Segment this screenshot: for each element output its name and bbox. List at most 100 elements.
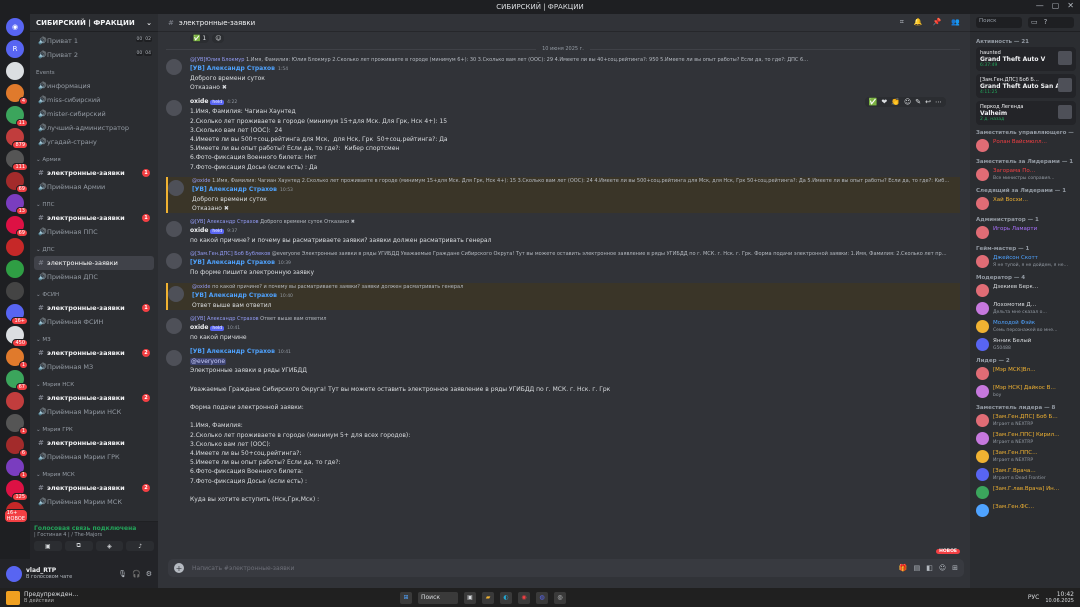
voice-channel[interactable]: 🔊 Приват 2 00 04	[34, 48, 154, 62]
toolbar-icon[interactable]: ✅	[869, 98, 878, 106]
voice-channel[interactable]: 🔊 Приёмная Мэрии МСК	[34, 495, 154, 509]
server-icon[interactable]	[6, 238, 24, 256]
server-icon[interactable]: 11	[6, 106, 28, 127]
text-channel[interactable]: 🔊 информация	[34, 79, 154, 93]
server-icon[interactable]: 4	[6, 84, 28, 105]
avatar[interactable]	[6, 565, 22, 582]
author-name[interactable]: [УВ] Александр Страхов	[190, 65, 275, 72]
category-header[interactable]: ⌄ Армия	[34, 153, 154, 166]
discord-home-icon[interactable]: ◉	[6, 18, 24, 36]
server-icon[interactable]	[6, 282, 24, 300]
server-icon[interactable]: 450	[6, 326, 28, 347]
reply-preview[interactable]: @[Зам.Ген.ДПС] Боб Бублеков @everyone Эл…	[190, 250, 960, 258]
camera-button[interactable]: ▣	[34, 541, 62, 551]
member-item[interactable]: Загорама По… Все министры соправия…	[976, 167, 1076, 183]
microphone-icon[interactable]: 🎙	[118, 570, 127, 578]
voice-channel[interactable]: 🔊 Приёмная МЗ	[34, 360, 154, 374]
gear-icon[interactable]: ⚙	[146, 570, 152, 578]
lang-indicator[interactable]: РУС	[1028, 594, 1039, 601]
message[interactable]: @oxide по какой причине? и почему вы рас…	[166, 282, 960, 310]
category-header[interactable]: ⌄ ДПС	[34, 243, 154, 256]
category-header[interactable]: ⌄ ФСИН	[34, 288, 154, 301]
explorer-icon[interactable]: ▰	[482, 591, 494, 604]
toolbar-icon[interactable]: ↩	[925, 98, 931, 106]
server-icon[interactable]: 16+ НОВОЕ	[3, 502, 28, 523]
text-channel[interactable]: # электронные-заявки 2	[34, 346, 154, 360]
voice-channel[interactable]: 🔊 Приёмная ДПС	[34, 270, 154, 284]
text-channel[interactable]: # электронные-заявки	[34, 436, 154, 450]
toolbar-icon[interactable]: 👏	[891, 98, 900, 106]
maximize-icon[interactable]: ▢	[1052, 1, 1060, 10]
pin-icon[interactable]: 📌	[933, 18, 942, 27]
avatar[interactable]	[168, 179, 184, 196]
sticker-icon[interactable]: ◧	[926, 564, 933, 572]
voice-channel[interactable]: 🔊 Приёмная ФСИН	[34, 315, 154, 329]
plus-icon[interactable]: +	[174, 563, 184, 573]
text-channel[interactable]: # электронные-заявки 1	[34, 301, 154, 315]
check-reaction[interactable]: ✅ 1	[190, 34, 210, 43]
category-header[interactable]: ⌄ МЗ	[34, 333, 154, 346]
server-icon[interactable]: 13	[6, 194, 28, 215]
member-item[interactable]: Лохомотив Д… Дельта мне сказал о…	[976, 301, 1076, 317]
author-name[interactable]: oxide	[190, 98, 208, 105]
threads-icon[interactable]: ⌗	[900, 18, 904, 27]
message[interactable]: @[Зам.Ген.ДПС] Боб Бублеков @everyone Эл…	[166, 250, 960, 277]
server-icon[interactable]	[6, 62, 24, 80]
server-icon[interactable]	[6, 392, 24, 410]
voice-channel[interactable]: | Гостиная 4 | / The-Majors	[34, 532, 154, 538]
activity-card[interactable]: Перкод Легенда Valheim 2 д. назад	[976, 101, 1076, 125]
voice-channel[interactable]: 🔊 Приват 1 00 02	[34, 34, 154, 48]
member-item[interactable]: Ролан Вайсмюлл…	[976, 138, 1076, 154]
text-channel[interactable]: # электронные-заявки 2	[34, 391, 154, 405]
gift-icon[interactable]: 🎁	[899, 564, 908, 572]
reply-preview[interactable]: @oxide 1.Имя, Фамилия: Чагиан Хаунтед 2.…	[192, 177, 960, 185]
avatar[interactable]	[166, 350, 182, 367]
server-icon[interactable]: 111	[6, 150, 28, 171]
author-name[interactable]: [УВ] Александр Страхов	[190, 348, 275, 355]
text-channel[interactable]: # электронные-заявки 1	[34, 166, 154, 180]
windows-start-icon[interactable]: ⊞	[400, 591, 412, 604]
message[interactable]: [УВ] Александр Страхов 10:41 @everyone Элек…	[166, 347, 960, 504]
server-icon[interactable]: 69	[6, 172, 28, 193]
help-icon[interactable]: ?	[1044, 18, 1048, 27]
server-icon[interactable]: R	[6, 40, 24, 58]
voice-channel[interactable]: 🔊 Приёмная Мэрии ГРК	[34, 450, 154, 464]
category-header[interactable]: ⌄ Мэрия НСК	[34, 378, 154, 391]
author-name[interactable]: oxide	[190, 227, 208, 234]
server-icon[interactable]: 67	[6, 370, 28, 391]
apps-icon[interactable]: ⊞	[952, 564, 958, 572]
steam-icon[interactable]: ◎	[554, 591, 566, 604]
server-icon[interactable]: 16+	[6, 304, 28, 325]
text-channel[interactable]: 🔊 mister-сибирский	[34, 107, 154, 121]
activity-button[interactable]: ◈	[95, 541, 124, 551]
member-item[interactable]: Джейсон Скотт Я не тупой, я не дойдем, я …	[976, 254, 1076, 270]
activity-card[interactable]: haunted Grand Theft Auto V 6:37:49	[976, 47, 1076, 71]
member-item[interactable]: [Зам.Ген.ППС] Кирил… Играет в NEXTRP	[976, 431, 1076, 447]
composer-placeholder[interactable]: Написать #электронные-заявки	[192, 565, 294, 572]
server-header[interactable]: СИБИРСКИЙ | ФРАКЦИИ ⌄	[30, 14, 158, 32]
close-icon[interactable]: ✕	[1067, 1, 1074, 10]
message[interactable]: @[УВ] Александр Страхов Доброго времени …	[166, 218, 960, 245]
inbox-icon[interactable]: ▭	[1031, 18, 1038, 27]
avatar[interactable]	[166, 221, 182, 238]
message[interactable]: @oxide 1.Имя, Фамилия: Чагиан Хаунтед 2.…	[166, 176, 960, 214]
category-header[interactable]: ⌄ ППС	[34, 198, 154, 211]
server-icon[interactable]: 69	[6, 216, 28, 237]
everyone-mention[interactable]: @everyone	[190, 358, 227, 366]
avatar[interactable]	[168, 285, 184, 302]
add-reaction-icon[interactable]: ☺	[212, 34, 225, 43]
category-events[interactable]: Events	[34, 66, 154, 79]
activity-card[interactable]: [Зам.Ген.ДПС] Боб Б… Grand Theft Auto San…	[976, 74, 1076, 98]
avatar[interactable]	[166, 253, 182, 270]
member-item[interactable]: [Мэр МСК]Вл…	[976, 366, 1076, 382]
message-composer[interactable]: + Написать #электронные-заявки 🎁 ▤ ◧ ☺ ⊞	[168, 559, 964, 577]
reply-preview[interactable]: @[УВ] Александр Страхов Ответ выше вам о…	[190, 315, 960, 323]
voice-channel[interactable]: 🔊 Приёмная Армии	[34, 180, 154, 194]
text-channel[interactable]: 🔊 лучший-администратор	[34, 121, 154, 135]
toolbar-icon[interactable]: ✎	[915, 98, 921, 106]
member-item[interactable]: [Зам.Г.лав.Врача] Ин…	[976, 485, 1076, 501]
new-messages-badge[interactable]: НОВОЕ	[936, 549, 960, 554]
gif-icon[interactable]: ▤	[914, 564, 921, 572]
toolbar-icon[interactable]: ⋯	[935, 98, 942, 106]
voice-channel[interactable]: 🔊 Приёмная ППС	[34, 225, 154, 239]
